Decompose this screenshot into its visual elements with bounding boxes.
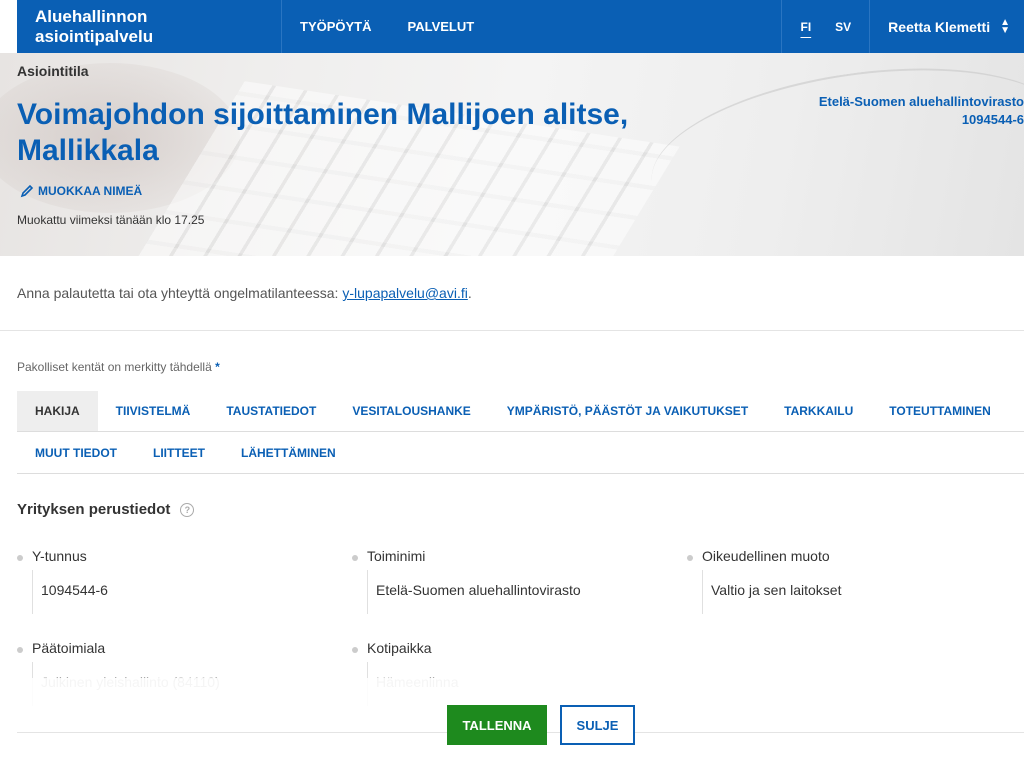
language-sv[interactable]: SV: [823, 20, 863, 34]
user-name: Reetta Klemetti: [888, 18, 991, 35]
user-menu[interactable]: Reetta Klemetti ▲ ▼: [869, 0, 1024, 53]
field-label: Y-tunnus: [32, 548, 87, 564]
hero-background-cable: [640, 53, 1024, 256]
feedback-email-link[interactable]: y-lupapalvelu@avi.fi: [342, 285, 468, 301]
language-switcher: FI SV: [781, 0, 869, 53]
tab-ymparisto[interactable]: YMPÄRISTÖ, PÄÄSTÖT JA VAIKUTUKSET: [489, 391, 766, 431]
last-modified: Muokattu viimeksi tänään klo 17.25: [17, 213, 205, 227]
edit-name-button[interactable]: MUOKKAA NIMEÄ: [20, 184, 142, 198]
hero-banner: Asiointitila Voimajohdon sijoittaminen M…: [0, 53, 1024, 256]
field-value: 1094544-6: [32, 570, 312, 614]
nav-link-tyopoyta[interactable]: TYÖPÖYTÄ: [282, 0, 390, 53]
required-mark: *: [215, 360, 220, 374]
close-button[interactable]: SULJE: [560, 705, 635, 745]
tab-tiivistelma[interactable]: TIIVISTELMÄ: [98, 391, 209, 431]
tab-bar-row-1: HAKIJA TIIVISTELMÄ TAUSTATIEDOT VESITALO…: [17, 391, 1024, 432]
field-label: Päätoimiala: [32, 640, 106, 656]
field-bullet: [352, 647, 358, 653]
field-bullet: [352, 555, 358, 561]
required-fields-note: Pakolliset kentät on merkitty tähdellä *: [17, 360, 220, 374]
field-label: Kotipaikka: [367, 640, 432, 656]
breadcrumb: Asiointitila: [17, 63, 89, 79]
tab-hakija[interactable]: HAKIJA: [17, 391, 98, 431]
section-title: Yrityksen perustiedot ?: [17, 501, 195, 518]
page-title: Voimajohdon sijoittaminen Mallijoen alit…: [17, 98, 629, 167]
tab-vesitaloushanke[interactable]: VESITALOUSHANKE: [334, 391, 488, 431]
field-value: Valtio ja sen laitokset: [702, 570, 982, 614]
feedback-prefix: Anna palautetta tai ota yhteyttä ongelma…: [17, 285, 343, 301]
language-fi[interactable]: FI: [788, 20, 823, 34]
field-bullet: [17, 647, 23, 653]
feedback-suffix: .: [467, 285, 472, 301]
tab-tarkkailu[interactable]: TARKKAILU: [766, 391, 871, 431]
section-title-text: Yrityksen perustiedot: [17, 501, 171, 518]
tab-taustatiedot[interactable]: TAUSTATIEDOT: [208, 391, 334, 431]
field-bullet: [687, 555, 693, 561]
pencil-icon: [20, 184, 34, 198]
tab-toteuttaminen[interactable]: TOTEUTTAMINEN: [871, 391, 1009, 431]
tab-muut-tiedot[interactable]: MUUT TIEDOT: [17, 433, 135, 473]
sort-arrows-icon: ▲ ▼: [1000, 16, 1010, 36]
agency-id: 1094544-6: [961, 112, 1024, 127]
agency-info: Etelä-Suomen aluehallintovirasto 1094544…: [819, 93, 1024, 129]
edit-name-label: MUOKKAA NIMEÄ: [38, 184, 143, 198]
help-icon[interactable]: ?: [180, 502, 195, 517]
agency-name: Etelä-Suomen aluehallintovirasto: [818, 94, 1024, 109]
required-note-text: Pakolliset kentät on merkitty tähdellä: [17, 360, 212, 374]
tab-liitteet[interactable]: LIITTEET: [135, 433, 223, 473]
save-button[interactable]: TALLENNA: [447, 705, 547, 745]
top-nav-bar: Aluehallinnon asiointipalvelu TYÖPÖYTÄ P…: [17, 0, 1024, 53]
field-bullet: [17, 555, 23, 561]
nav-link-palvelut[interactable]: PALVELUT: [390, 0, 493, 53]
field-label: Oikeudellinen muoto: [702, 548, 830, 564]
tab-lahettaminen[interactable]: LÄHETTÄMINEN: [223, 433, 354, 473]
field-label: Toiminimi: [367, 548, 426, 564]
tab-bar-row-2: MUUT TIEDOT LIITTEET LÄHETTÄMINEN: [17, 433, 1024, 474]
brand-title[interactable]: Aluehallinnon asiointipalvelu: [17, 0, 282, 53]
field-value: Etelä-Suomen aluehallintovirasto: [367, 570, 647, 614]
feedback-text: Anna palautetta tai ota yhteyttä ongelma…: [17, 285, 472, 301]
divider: [0, 330, 1024, 331]
